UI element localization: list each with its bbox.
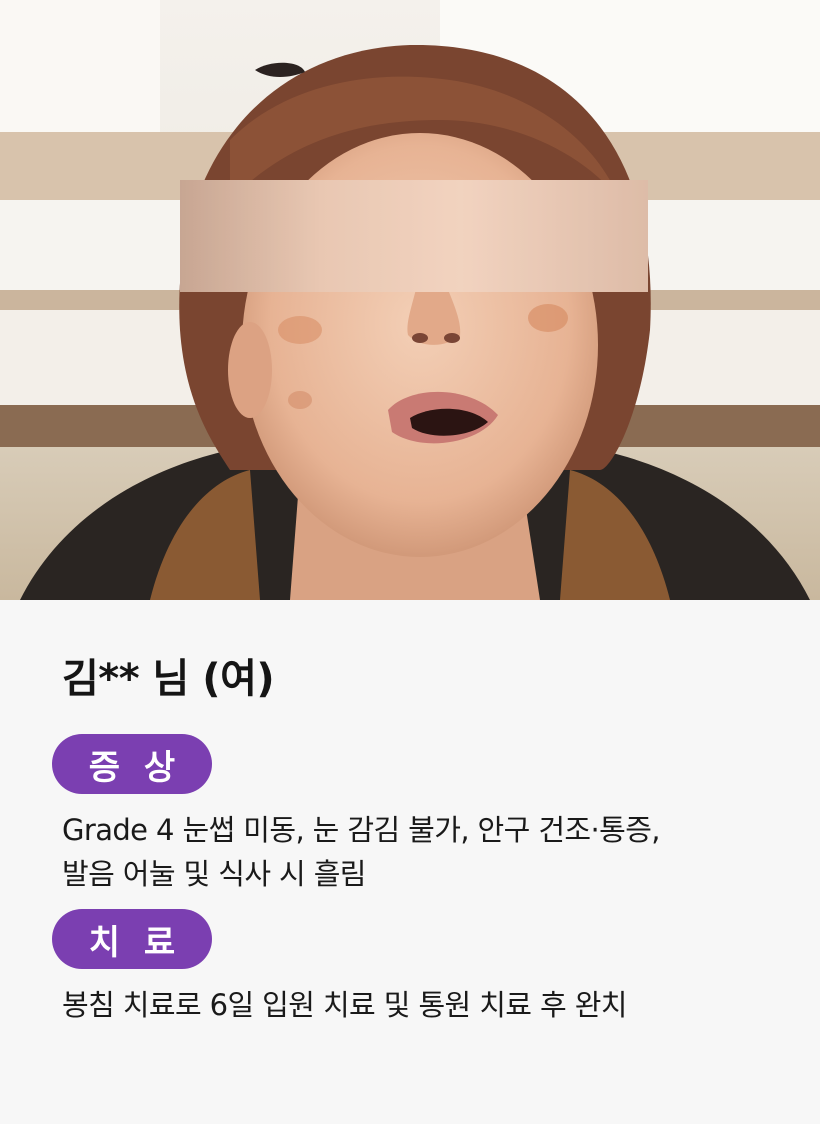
treatment-description: 봉침 치료로 6일 입원 치료 및 통원 치료 후 완치	[62, 983, 627, 1027]
symptoms-line: Grade 4 눈썹 미동, 눈 감김 불가, 안구 건조·통증,	[62, 813, 660, 847]
ear	[228, 322, 272, 418]
info-card: 김** 님 (여) 증 상 Grade 4 눈썹 미동, 눈 감김 불가, 안구…	[0, 600, 820, 1124]
treatment-line: 봉침 치료로 6일 입원 치료 및 통원 치료 후 완치	[62, 988, 627, 1022]
symptoms-badge: 증 상	[52, 734, 212, 794]
symptoms-description: Grade 4 눈썹 미동, 눈 감김 불가, 안구 건조·통증, 발음 어눌 …	[62, 808, 660, 896]
patient-name: 김** 님 (여)	[62, 656, 275, 702]
patient-photo-illustration	[0, 0, 820, 600]
treatment-badge: 치 료	[52, 909, 212, 969]
symptoms-badge-label: 증 상	[88, 747, 182, 788]
symptoms-line: 발음 어눌 및 식사 시 흘림	[62, 857, 367, 891]
window-pane	[0, 0, 160, 132]
patient-photo	[0, 0, 820, 600]
treatment-badge-label: 치 료	[88, 922, 182, 963]
